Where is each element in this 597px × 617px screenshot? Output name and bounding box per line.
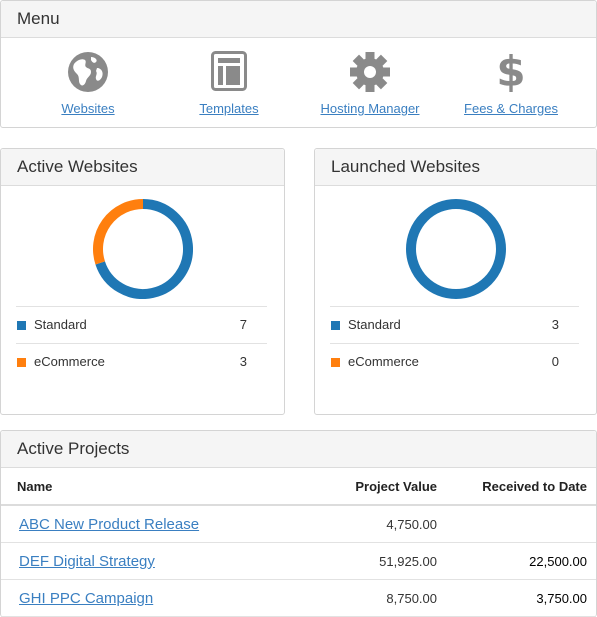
legend-label: eCommerce: [348, 354, 419, 369]
donut-slice-ecommerce: [92, 199, 143, 265]
menu-item-label[interactable]: Websites: [23, 101, 153, 116]
project-link[interactable]: DEF Digital Strategy: [19, 553, 155, 570]
column-header-project-value[interactable]: Project Value: [301, 468, 446, 506]
table-row: GHI PPC Campaign 8,750.00 3,750.00: [1, 579, 596, 617]
column-header-name[interactable]: Name: [1, 468, 301, 506]
project-value-cell: 8,750.00: [301, 579, 446, 617]
menu-item-label[interactable]: Fees & Charges: [446, 101, 576, 116]
globe-icon: [23, 51, 153, 95]
project-value-cell: 51,925.00: [301, 542, 446, 580]
launched-websites-panel: Launched Websites Standard 3 eCommerce 0: [314, 148, 597, 415]
projects-table: Name Project Value Received to Date ABC …: [1, 468, 596, 617]
table-header-row: Name Project Value Received to Date: [1, 468, 596, 506]
active-websites-panel: Active Websites Standard 7 eCommerce 3: [0, 148, 285, 415]
legend-value: 3: [551, 317, 559, 332]
legend-value: 3: [239, 354, 247, 369]
donut-slice-standard: [405, 199, 506, 299]
ecommerce-swatch: [17, 358, 26, 367]
template-icon: [164, 51, 294, 95]
project-value-cell: 4,750.00: [301, 505, 446, 543]
legend-label: eCommerce: [34, 354, 105, 369]
launched-websites-donut: [405, 199, 506, 299]
menu-item-label[interactable]: Templates: [164, 101, 294, 116]
menu-title: Menu: [1, 1, 596, 38]
menu-item-templates[interactable]: Templates: [164, 51, 294, 116]
standard-swatch: [17, 321, 26, 330]
active-projects-title: Active Projects: [1, 431, 596, 468]
legend-value: 0: [551, 354, 559, 369]
launched-websites-legend: Standard 3 eCommerce 0: [330, 306, 579, 380]
dollar-icon: $: [496, 47, 526, 96]
project-link[interactable]: ABC New Product Release: [19, 516, 199, 533]
active-projects-panel: Active Projects Name Project Value Recei…: [0, 430, 597, 617]
menu-item-label[interactable]: Hosting Manager: [305, 101, 435, 116]
gear-icon: [305, 51, 435, 95]
received-cell: [446, 505, 596, 543]
active-websites-donut: [92, 199, 193, 299]
menu-item-hosting-manager[interactable]: Hosting Manager: [305, 51, 435, 116]
menu-panel: Menu Websites Templates Hosting Manager …: [0, 0, 597, 128]
menu-item-fees-charges[interactable]: $ Fees & Charges: [446, 47, 576, 117]
menu-item-websites[interactable]: Websites: [23, 51, 153, 116]
legend-label: Standard: [34, 317, 87, 332]
legend-row-ecommerce: eCommerce 3: [16, 343, 267, 380]
project-link[interactable]: GHI PPC Campaign: [19, 590, 153, 607]
received-cell: 3,750.00: [446, 579, 596, 617]
project-name-cell: GHI PPC Campaign: [1, 579, 301, 617]
legend-row-standard: Standard 7: [16, 306, 267, 343]
received-cell: 22,500.00: [446, 542, 596, 580]
project-name-cell: ABC New Product Release: [1, 505, 301, 543]
ecommerce-swatch: [331, 358, 340, 367]
launched-websites-title: Launched Websites: [315, 149, 596, 186]
legend-label: Standard: [348, 317, 401, 332]
project-name-cell: DEF Digital Strategy: [1, 542, 301, 580]
standard-swatch: [331, 321, 340, 330]
active-websites-legend: Standard 7 eCommerce 3: [16, 306, 267, 380]
table-row: ABC New Product Release 4,750.00: [1, 505, 596, 543]
legend-row-standard: Standard 3: [330, 306, 579, 343]
table-row: DEF Digital Strategy 51,925.00 22,500.00: [1, 542, 596, 580]
legend-value: 7: [239, 317, 247, 332]
column-header-received-to-date[interactable]: Received to Date: [446, 468, 596, 506]
legend-row-ecommerce: eCommerce 0: [330, 343, 579, 380]
active-websites-title: Active Websites: [1, 149, 284, 186]
